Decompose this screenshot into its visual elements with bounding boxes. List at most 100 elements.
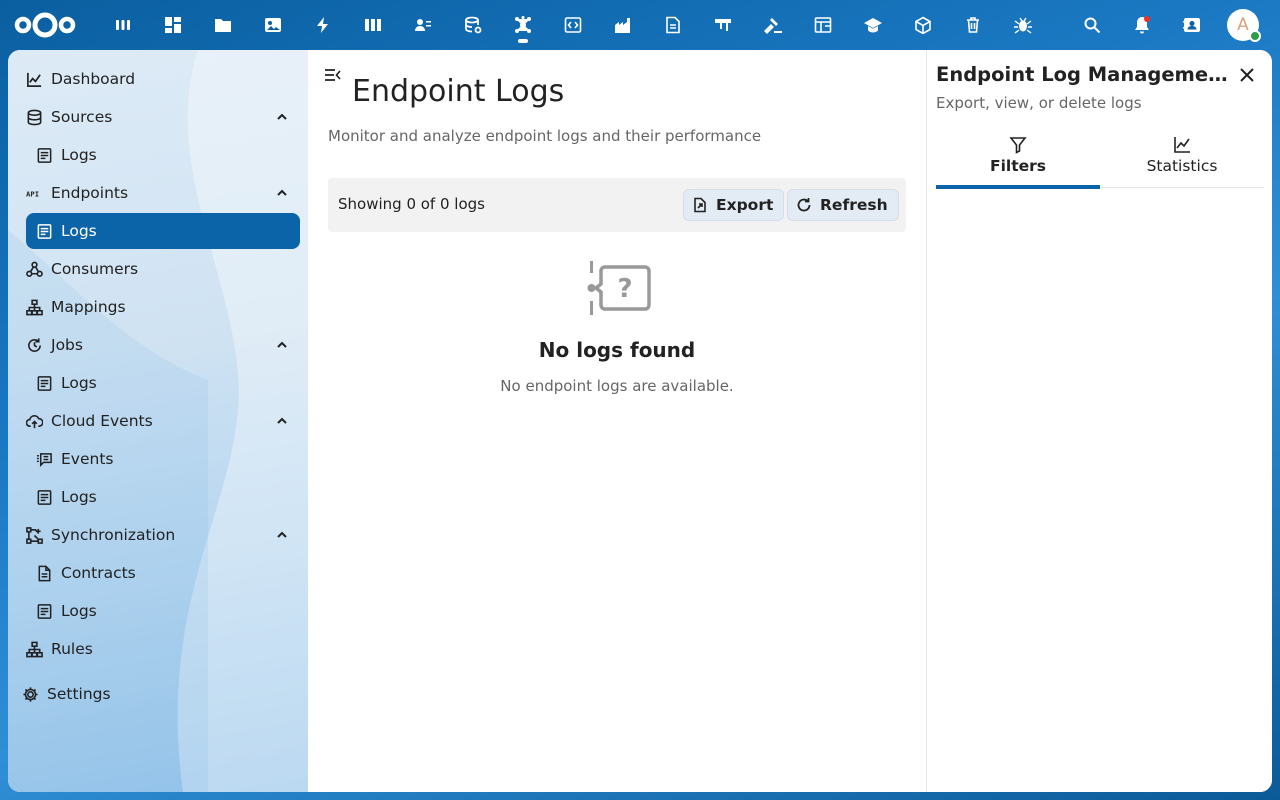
status-online-icon <box>1249 30 1261 42</box>
panel-tabs: Filters Statistics <box>936 132 1264 189</box>
dashboard-icon[interactable] <box>158 10 188 40</box>
right-sidebar: Endpoint Log Management Export, view, or… <box>926 50 1272 792</box>
sidebar-item-sources-logs[interactable]: Logs <box>26 137 300 173</box>
sidebar-item-label: Sources <box>51 108 113 126</box>
sidebar-item-consumers[interactable]: Consumers <box>16 251 300 287</box>
sidebar-item-rules[interactable]: Rules <box>16 631 300 667</box>
page-subtitle: Monitor and analyze endpoint logs and th… <box>328 127 762 145</box>
sidebar-item-contracts[interactable]: Contracts <box>26 555 300 591</box>
flag-icon[interactable] <box>708 10 738 40</box>
sidebar-item-label: Logs <box>61 488 97 506</box>
sidebar: Dashboard Sources Logs API Endpoints Log… <box>8 50 308 792</box>
cloud-icon <box>24 411 44 431</box>
code-icon[interactable] <box>558 10 588 40</box>
main-content: Endpoint Logs Monitor and analyze endpoi… <box>308 50 926 792</box>
svg-text:API: API <box>26 189 39 198</box>
message-icon <box>34 449 54 469</box>
openconnector-icon[interactable] <box>508 10 538 43</box>
export-button[interactable]: Export <box>683 189 785 221</box>
log-icon <box>34 487 54 507</box>
sidebar-item-events[interactable]: Events <box>26 441 300 477</box>
sidebar-item-synchronization-logs[interactable]: Logs <box>26 593 300 629</box>
sitemap-icon <box>24 297 44 317</box>
contacts-menu-icon[interactable] <box>1177 10 1207 40</box>
sidebar-item-synchronization[interactable]: Synchronization <box>16 517 300 553</box>
bell-icon[interactable] <box>1127 10 1157 40</box>
gavel-icon[interactable] <box>758 10 788 40</box>
app-grid-icon[interactable] <box>108 10 138 40</box>
tab-label: Statistics <box>1146 157 1218 175</box>
chevron-up-icon[interactable] <box>274 109 290 125</box>
factory-icon[interactable] <box>608 10 638 40</box>
close-icon[interactable] <box>1238 66 1256 84</box>
log-icon <box>34 145 54 165</box>
sidebar-item-label: Logs <box>61 602 97 620</box>
empty-logs-icon: ? <box>587 261 651 315</box>
rules-icon <box>24 639 44 659</box>
refresh-icon <box>797 198 811 212</box>
log-icon <box>34 373 54 393</box>
sidebar-item-dashboard[interactable]: Dashboard <box>16 61 300 97</box>
chevron-up-icon[interactable] <box>274 413 290 429</box>
sidebar-item-label: Contracts <box>61 564 136 582</box>
sidebar-item-endpoints-logs[interactable]: Logs <box>26 213 300 249</box>
panel-subtitle: Export, view, or delete logs <box>936 94 1142 112</box>
contract-icon <box>34 563 54 583</box>
sidebar-item-mappings[interactable]: Mappings <box>16 289 300 325</box>
sync-icon <box>24 525 44 545</box>
sidebar-item-jobs[interactable]: Jobs <box>16 327 300 363</box>
refresh-button[interactable]: Refresh <box>787 189 899 221</box>
database-icon[interactable] <box>458 10 488 40</box>
top-bar: A <box>0 0 1280 50</box>
cube-icon[interactable] <box>908 10 938 40</box>
sidebar-item-settings[interactable]: Settings <box>16 676 300 712</box>
log-icon <box>34 221 54 241</box>
chevron-up-icon[interactable] <box>274 527 290 543</box>
database-icon <box>24 107 44 127</box>
files-icon[interactable] <box>208 10 238 40</box>
nextcloud-logo[interactable] <box>14 10 76 40</box>
table-icon[interactable] <box>808 10 838 40</box>
contacts-icon[interactable] <box>408 10 438 40</box>
sidebar-item-label: Rules <box>51 640 93 658</box>
chart-line-icon <box>1174 137 1190 153</box>
sidebar-item-endpoints[interactable]: API Endpoints <box>16 175 300 211</box>
filter-icon <box>1009 137 1027 154</box>
webhook-icon <box>24 259 44 279</box>
page-title: Endpoint Logs <box>352 74 565 109</box>
gear-icon <box>20 684 40 704</box>
bug-icon[interactable] <box>1008 10 1038 40</box>
sidebar-toggle-icon[interactable] <box>324 66 342 84</box>
export-label: Export <box>716 196 774 214</box>
sidebar-item-label: Dashboard <box>51 70 136 88</box>
sidebar-item-label: Mappings <box>51 298 126 316</box>
document-icon[interactable] <box>658 10 688 40</box>
avatar-initial: A <box>1237 15 1249 35</box>
search-icon[interactable] <box>1077 10 1107 40</box>
avatar[interactable]: A <box>1227 9 1261 42</box>
tab-filters[interactable]: Filters <box>936 132 1100 189</box>
update-icon <box>24 335 44 355</box>
sidebar-item-cloud-events[interactable]: Cloud Events <box>16 403 300 439</box>
tab-label: Filters <box>989 157 1046 175</box>
sidebar-item-cloud-events-logs[interactable]: Logs <box>26 479 300 515</box>
trash-icon[interactable] <box>958 10 988 40</box>
activity-icon[interactable] <box>308 10 338 40</box>
logs-toolbar: Showing 0 of 0 logs Export Refresh <box>328 178 906 232</box>
app-frame: Dashboard Sources Logs API Endpoints Log… <box>8 50 1272 792</box>
photos-icon[interactable] <box>258 10 288 40</box>
api-icon: API <box>24 183 44 203</box>
log-icon <box>34 601 54 621</box>
empty-state-subtitle: No endpoint logs are available. <box>500 377 734 395</box>
tab-statistics[interactable]: Statistics <box>1100 132 1264 188</box>
chevron-up-icon[interactable] <box>274 185 290 201</box>
panel-title: Endpoint Log Management <box>936 63 1228 86</box>
chart-icon <box>24 69 44 89</box>
chevron-up-icon[interactable] <box>274 337 290 353</box>
education-icon[interactable] <box>858 10 888 40</box>
sidebar-item-sources[interactable]: Sources <box>16 99 300 135</box>
sidebar-item-jobs-logs[interactable]: Logs <box>26 365 300 401</box>
deck-icon[interactable] <box>358 10 388 40</box>
sidebar-item-label: Consumers <box>51 260 139 278</box>
svg-text:?: ? <box>617 274 632 304</box>
